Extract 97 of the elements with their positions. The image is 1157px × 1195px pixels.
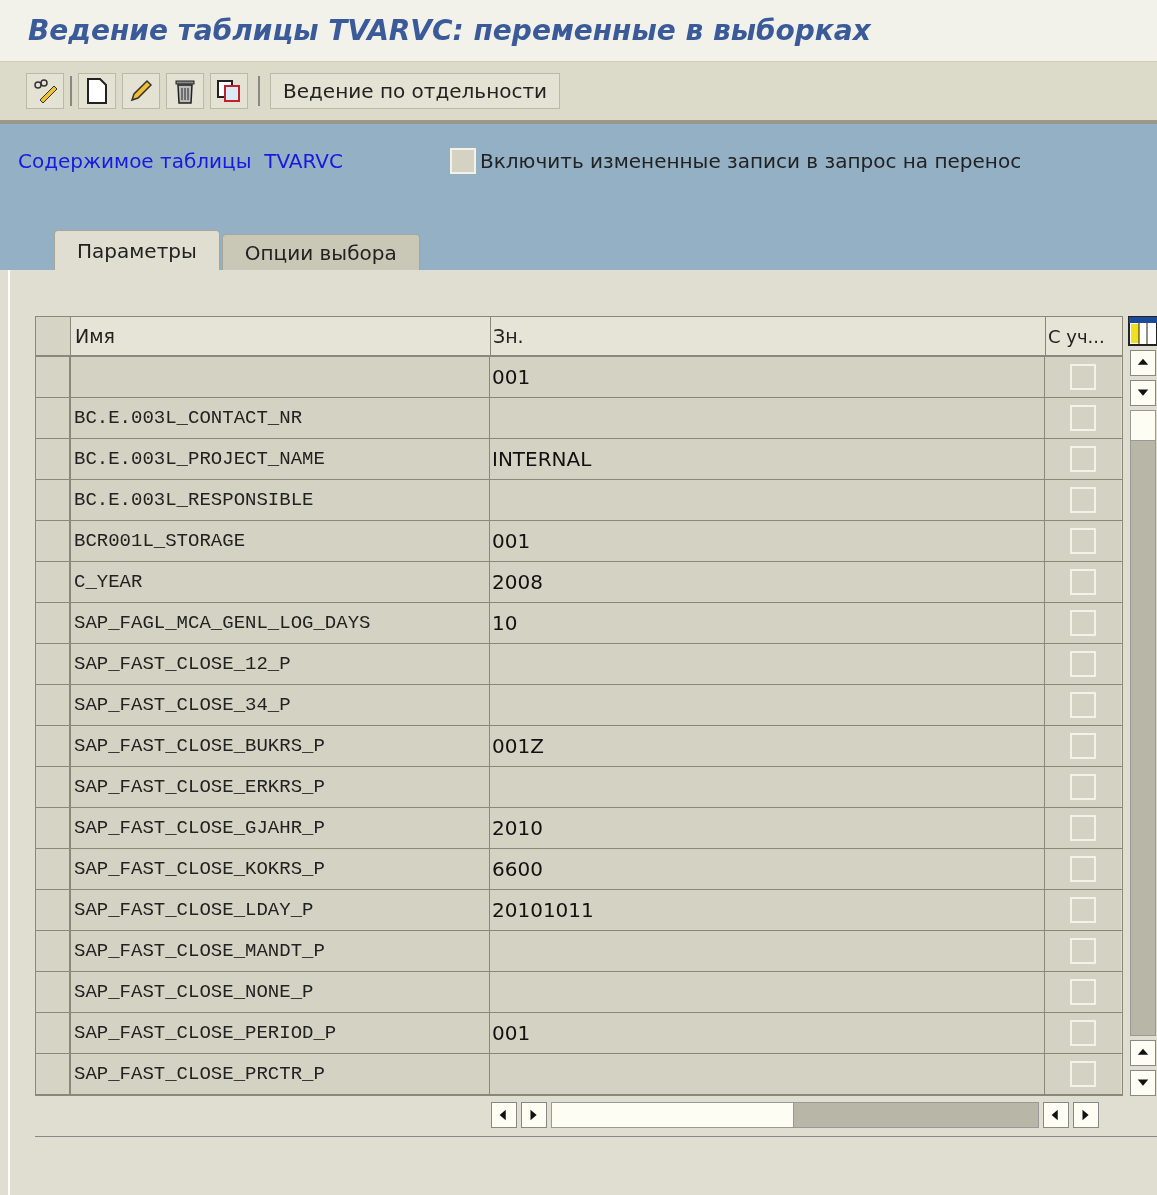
- row-selector[interactable]: [36, 849, 71, 889]
- table-cell: SAP_FAST_CLOSE_GJAHR_P: [71, 808, 490, 848]
- row-checkbox[interactable]: [1070, 651, 1096, 677]
- table-cell: SAP_FAST_CLOSE_NONE_P: [71, 972, 490, 1012]
- row-checkbox[interactable]: [1070, 815, 1096, 841]
- row-checkbox[interactable]: [1070, 1061, 1096, 1087]
- row-selector[interactable]: [36, 726, 71, 766]
- row-selector[interactable]: [36, 685, 71, 725]
- table-cell: SAP_FAST_CLOSE_34_P: [71, 685, 490, 725]
- column-layout-icon[interactable]: [1128, 316, 1157, 346]
- table-cell: SAP_FAGL_MCA_GENL_LOG_DAYS: [71, 603, 490, 643]
- copy-icon: [216, 79, 242, 103]
- table-cell: 001: [490, 357, 1045, 397]
- toolbar-button[interactable]: [166, 73, 204, 109]
- table-cell: SAP_FAST_CLOSE_BUKRS_P: [71, 726, 490, 766]
- column-header[interactable]: Имя: [71, 317, 491, 355]
- toolbar-button[interactable]: [26, 73, 64, 109]
- scrollbar-thumb[interactable]: [1131, 411, 1155, 441]
- trash-icon: [174, 78, 196, 104]
- row-selector[interactable]: [36, 1013, 71, 1053]
- row-checkbox[interactable]: [1070, 733, 1096, 759]
- row-checkbox[interactable]: [1070, 569, 1096, 595]
- table-cell: BC.E.003L_CONTACT_NR: [71, 398, 490, 438]
- row-selector[interactable]: [36, 521, 71, 561]
- table-cell: 001Z: [490, 726, 1045, 766]
- toolbar-button[interactable]: [78, 73, 116, 109]
- table-cell: 001: [490, 521, 1045, 561]
- row-selector[interactable]: [36, 603, 71, 643]
- table-cell: BC.E.003L_RESPONSIBLE: [71, 480, 490, 520]
- table-cell: 6600: [490, 849, 1045, 889]
- select-all-button[interactable]: [36, 317, 71, 355]
- row-selector[interactable]: [36, 439, 71, 479]
- row-checkbox[interactable]: [1070, 364, 1096, 390]
- table-cell: SAP_FAST_CLOSE_PRCTR_P: [71, 1054, 490, 1094]
- row-checkbox[interactable]: [1070, 610, 1096, 636]
- scroll-button[interactable]: [1130, 350, 1156, 376]
- row-checkbox[interactable]: [1070, 405, 1096, 431]
- table-cell: INTERNAL: [490, 439, 1045, 479]
- column-header[interactable]: Зн.: [491, 317, 1046, 355]
- row-selector[interactable]: [36, 357, 71, 397]
- table-cell: SAP_FAST_CLOSE_ERKRS_P: [71, 767, 490, 807]
- tab[interactable]: Опции выбора: [221, 234, 420, 270]
- transport-checkbox[interactable]: [450, 148, 476, 174]
- row-checkbox[interactable]: [1070, 938, 1096, 964]
- table-cell: SAP_FAST_CLOSE_MANDT_P: [71, 931, 490, 971]
- checkbox-label: Включить измененные записи в запрос на перенос: [480, 148, 1022, 175]
- maintain-button[interactable]: Ведение по отдельности: [270, 73, 561, 109]
- column-header[interactable]: С уч...: [1046, 317, 1122, 355]
- glasses-pencil-icon: [32, 78, 58, 104]
- table-cell: 001: [490, 1013, 1045, 1053]
- scrollbar-thumb[interactable]: [552, 1103, 794, 1127]
- row-selector[interactable]: [36, 890, 71, 930]
- row-checkbox[interactable]: [1070, 528, 1096, 554]
- row-selector[interactable]: [36, 767, 71, 807]
- row-selector[interactable]: [36, 644, 71, 684]
- table-cell: SAP_FAST_CLOSE_KOKRS_P: [71, 849, 490, 889]
- row-selector[interactable]: [36, 398, 71, 438]
- row-checkbox[interactable]: [1070, 774, 1096, 800]
- row-selector[interactable]: [36, 931, 71, 971]
- scroll-button[interactable]: [521, 1102, 547, 1128]
- scroll-button[interactable]: [1073, 1102, 1099, 1128]
- table-cell: SAP_FAST_CLOSE_PERIOD_P: [71, 1013, 490, 1053]
- row-selector[interactable]: [36, 808, 71, 848]
- scrollbar-track[interactable]: [551, 1102, 1039, 1128]
- toolbar-button[interactable]: [122, 73, 160, 109]
- scroll-button[interactable]: [1043, 1102, 1069, 1128]
- row-selector[interactable]: [36, 562, 71, 602]
- row-selector[interactable]: [36, 480, 71, 520]
- row-checkbox[interactable]: [1070, 446, 1096, 472]
- scroll-button[interactable]: [491, 1102, 517, 1128]
- document-icon: [86, 78, 108, 104]
- tab[interactable]: Параметры: [54, 230, 220, 270]
- row-selector[interactable]: [36, 972, 71, 1012]
- table-cell: SAP_FAST_CLOSE_LDAY_P: [71, 890, 490, 930]
- row-checkbox[interactable]: [1070, 1020, 1096, 1046]
- window-title: Ведение таблицы TVARVC: переменные в выборках: [28, 12, 871, 49]
- table-content-label: Содержимое таблицы TVARVC: [18, 148, 344, 175]
- table-cell: SAP_FAST_CLOSE_12_P: [71, 644, 490, 684]
- scroll-button[interactable]: [1130, 1040, 1156, 1066]
- row-checkbox[interactable]: [1070, 979, 1096, 1005]
- toolbar-button[interactable]: [210, 73, 248, 109]
- table-cell: 2010: [490, 808, 1045, 848]
- table-cell: BCR001L_STORAGE: [71, 521, 490, 561]
- row-checkbox[interactable]: [1070, 856, 1096, 882]
- scrollbar-track[interactable]: [1130, 410, 1156, 1036]
- row-checkbox[interactable]: [1070, 692, 1096, 718]
- pencil-icon: [129, 79, 153, 103]
- table-cell: 20101011: [490, 890, 1045, 930]
- table-cell: 10: [490, 603, 1045, 643]
- scroll-button[interactable]: [1130, 1070, 1156, 1096]
- table-cell: C_YEAR: [71, 562, 490, 602]
- row-checkbox[interactable]: [1070, 487, 1096, 513]
- table-cell: 2008: [490, 562, 1045, 602]
- row-checkbox[interactable]: [1070, 897, 1096, 923]
- table-cell: BC.E.003L_PROJECT_NAME: [71, 439, 490, 479]
- row-selector[interactable]: [36, 1054, 71, 1094]
- scroll-button[interactable]: [1130, 380, 1156, 406]
